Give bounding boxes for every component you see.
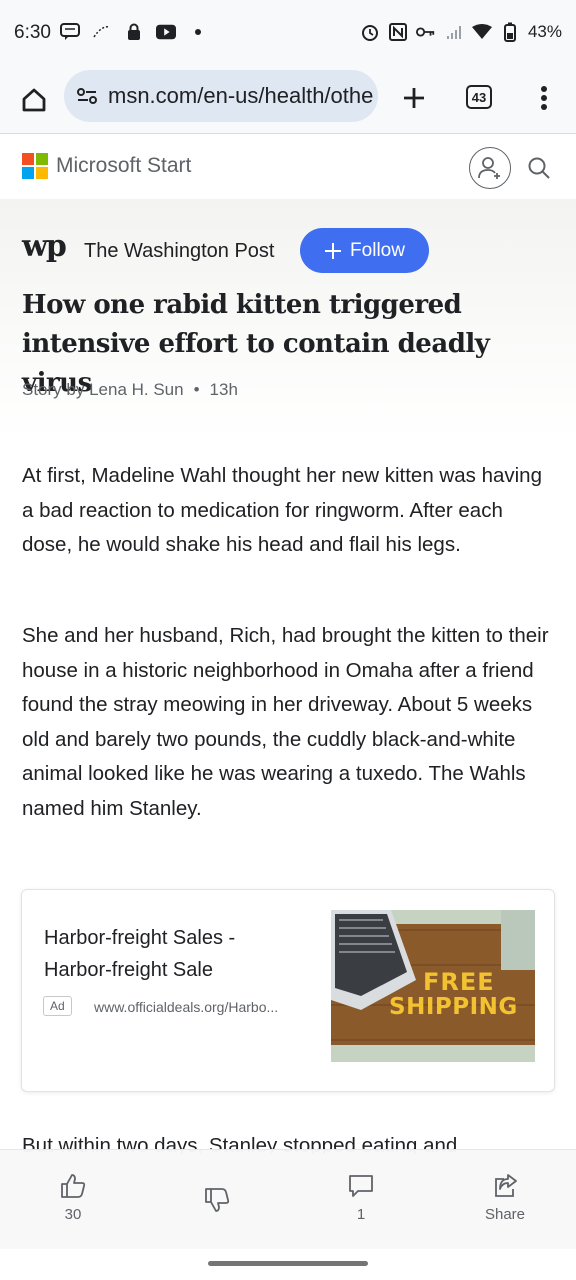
byline-separator: • — [193, 380, 200, 399]
youtube-icon — [156, 22, 176, 42]
follow-label: Follow — [350, 239, 405, 261]
article-action-bar: 30 1 Share — [0, 1149, 576, 1249]
battery-icon — [500, 22, 520, 42]
plus-icon — [325, 242, 342, 259]
profile-button[interactable] — [469, 147, 511, 189]
ad-url: www.officialdeals.org/Harbo... — [94, 999, 279, 1015]
add-user-icon — [478, 157, 500, 179]
share-label: Share — [484, 1206, 526, 1223]
notification-icons — [60, 22, 208, 42]
comment-count: 1 — [356, 1206, 366, 1223]
home-button[interactable] — [16, 82, 52, 118]
publisher-logo[interactable]: wp — [22, 229, 67, 264]
key-icon — [415, 22, 436, 42]
follow-button[interactable]: Follow — [300, 228, 429, 273]
comment-icon — [349, 1175, 373, 1197]
ad-image-text: FREE — [423, 968, 495, 996]
message-icon — [60, 22, 80, 42]
site-header: Microsoft Start — [0, 135, 576, 199]
dotted-arc-icon — [92, 22, 112, 42]
ad-card[interactable]: Harbor-freight Sales - Harbor-freight Sa… — [21, 889, 555, 1092]
comment-button[interactable]: 1 — [321, 1172, 401, 1223]
status-bar: 6:30 43% — [0, 0, 576, 68]
system-icons: 43% — [360, 22, 562, 42]
ad-image-text: SHIPPING — [389, 994, 518, 1020]
url-text: msn.com/en-us/health/othe — [108, 83, 374, 108]
gesture-handle[interactable] — [208, 1261, 368, 1266]
publisher-name[interactable]: The Washington Post — [84, 240, 274, 263]
tab-switcher-button[interactable]: 43 — [466, 85, 492, 109]
author: Story by Lena H. Sun — [22, 380, 184, 399]
share-button[interactable]: Share — [465, 1172, 545, 1223]
like-button[interactable]: 30 — [33, 1172, 113, 1223]
new-tab-button[interactable] — [396, 80, 432, 116]
byline: Story by Lena H. Sun • 13h — [22, 380, 238, 400]
site-settings-icon[interactable] — [76, 86, 98, 106]
nfc-icon — [388, 22, 408, 42]
address-bar[interactable]: msn.com/en-us/health/othe — [64, 70, 378, 122]
plus-icon — [404, 88, 424, 108]
more-vert-icon — [541, 86, 547, 110]
lock-icon — [124, 22, 144, 42]
alarm-icon — [360, 22, 380, 42]
article-paragraph: At first, Madeline Wahl thought her new … — [22, 464, 542, 556]
ad-title[interactable]: Harbor-freight Sales - Harbor-freight Sa… — [44, 922, 284, 986]
browser-toolbar: msn.com/en-us/health/othe 43 — [0, 68, 576, 134]
article-paragraph: She and her husband, Rich, had brought t… — [22, 624, 549, 820]
browser-menu-button[interactable] — [526, 80, 562, 116]
wifi-icon — [471, 22, 492, 42]
thumbs-up-icon — [61, 1174, 86, 1198]
ad-image[interactable]: FREE SHIPPING — [331, 910, 535, 1062]
signal-icon — [444, 22, 464, 42]
battery-percent: 43% — [527, 22, 562, 41]
search-button[interactable] — [526, 155, 552, 181]
dislike-button[interactable] — [177, 1186, 257, 1214]
home-icon — [22, 88, 46, 112]
search-icon — [528, 157, 550, 179]
ad-badge: Ad — [43, 996, 72, 1016]
status-time: 6:30 — [14, 22, 51, 43]
share-icon — [495, 1174, 517, 1197]
microsoft-logo[interactable] — [22, 153, 48, 179]
dot-icon — [188, 22, 208, 42]
brand-name[interactable]: Microsoft Start — [56, 154, 191, 178]
publish-time: 13h — [209, 380, 238, 399]
like-count: 30 — [64, 1206, 82, 1223]
system-nav-bar — [0, 1249, 576, 1280]
thumbs-down-icon — [205, 1188, 230, 1212]
